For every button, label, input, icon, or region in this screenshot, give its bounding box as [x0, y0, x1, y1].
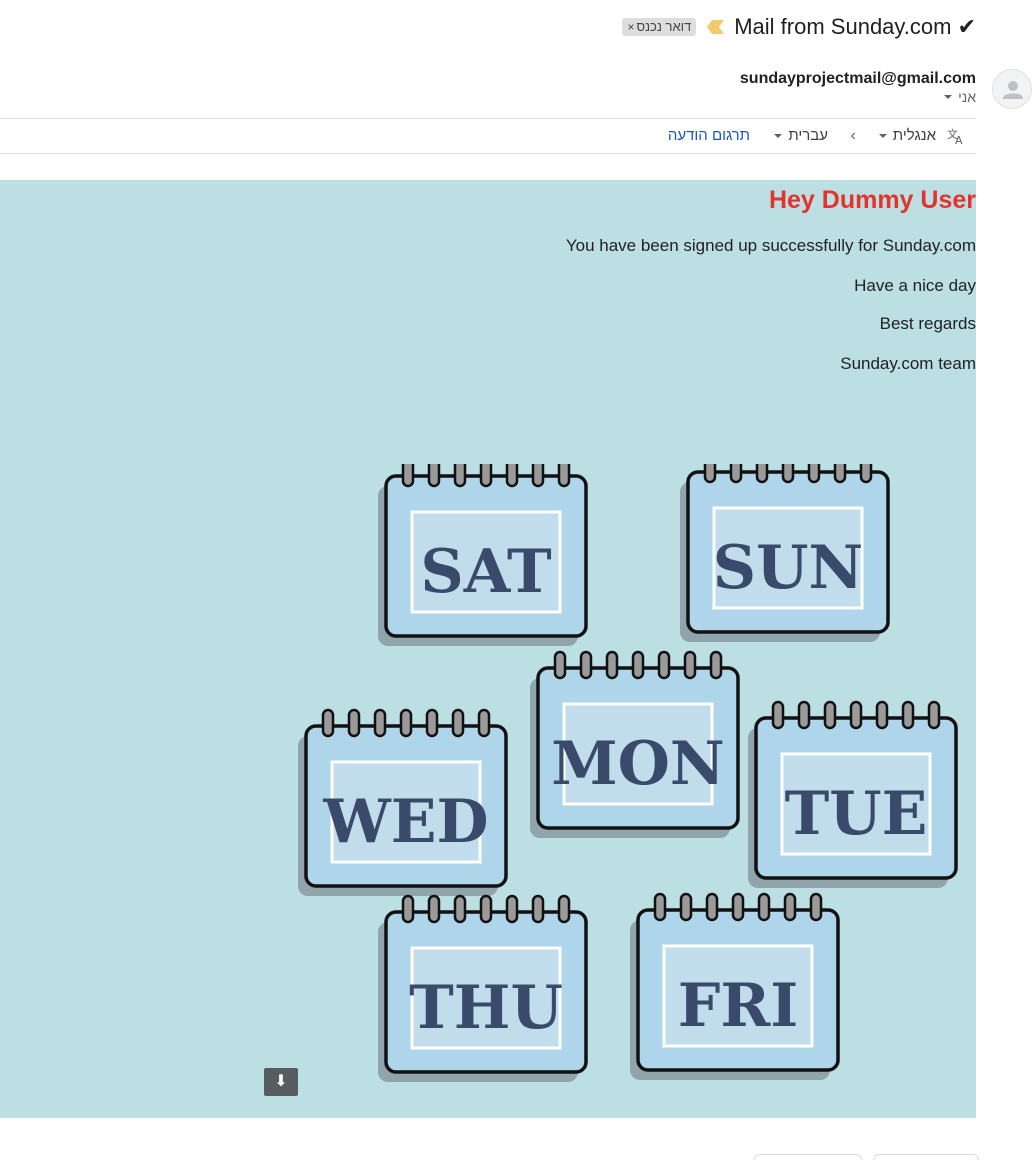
calendar-day-label: TUE	[785, 779, 928, 849]
translate-icon: 文 A	[946, 119, 966, 153]
email-body: Hey Dummy User You have been signed up s…	[0, 180, 976, 1118]
importance-marker-icon[interactable]	[706, 19, 725, 35]
calendar-day-label: SAT	[420, 537, 552, 607]
body-line-signup: You have been signed up successfully for…	[565, 236, 976, 255]
recipient-name: אני	[958, 89, 976, 105]
calendar-day-label: WED	[322, 787, 488, 857]
calendar-day-label: FRI	[678, 971, 799, 1041]
reply-button[interactable]	[754, 1154, 862, 1160]
target-language-label: עברית	[788, 127, 828, 144]
source-language-dropdown[interactable]: אנגלית	[878, 119, 936, 153]
calendar-page-sun: SUN	[680, 464, 890, 642]
calendar-page-mon: MON	[530, 650, 740, 838]
email-subject: Mail from Sunday.com ✔	[734, 14, 976, 39]
translate-bar: 文 A אנגלית ‹ עברית תרגום הודעה	[0, 118, 976, 154]
source-language-label: אנגלית	[892, 127, 936, 144]
source-language-chevron-down-icon	[878, 134, 887, 138]
svg-text:A: A	[955, 134, 963, 146]
calendar-page-wed: WED	[298, 708, 508, 896]
calendar-page-fri: FRI	[630, 892, 840, 1080]
sender-email[interactable]: sundayprojectmail@gmail.com	[740, 70, 976, 88]
calendar-day-label: MON	[551, 729, 725, 799]
calendar-page-tue: TUE	[748, 700, 958, 888]
body-line-nice-day: Have a nice day	[854, 276, 976, 295]
target-language-dropdown[interactable]: עברית	[774, 119, 828, 153]
body-line-team: Sunday.com team	[840, 354, 976, 373]
body-line-regards: Best regards	[879, 314, 976, 333]
target-language-chevron-down-icon	[774, 134, 783, 138]
download-image-button[interactable]: ⬇	[264, 1068, 298, 1096]
sender-block: sundayprojectmail@gmail.com אני	[740, 70, 976, 105]
chevron-left-icon: ‹	[850, 127, 856, 144]
forward-button[interactable]	[873, 1154, 979, 1160]
inbox-label-text: דואר נכנס	[636, 19, 692, 34]
calendar-day-label: THU	[409, 973, 563, 1043]
calendar-day-label: SUN	[713, 533, 864, 603]
translate-message-link[interactable]: תרגום הודעה	[668, 119, 750, 153]
weekdays-calendar-illustration: SAT SUN MON WED TUE THU FRI	[298, 464, 958, 1082]
sender-avatar[interactable]	[992, 69, 1032, 109]
subject-row: × דואר נכנס Mail from Sunday.com ✔	[622, 10, 976, 44]
remove-label-icon[interactable]: ×	[627, 18, 634, 36]
calendar-page-thu: THU	[378, 894, 588, 1082]
calendar-page-sat: SAT	[378, 464, 588, 646]
inbox-label-chip[interactable]: × דואר נכנס	[622, 18, 697, 36]
recipient-details-chevron-down-icon[interactable]	[944, 95, 953, 99]
person-icon	[1003, 81, 1023, 99]
greeting-heading: Hey Dummy User	[768, 186, 976, 214]
recipient-row[interactable]: אני	[740, 89, 976, 105]
